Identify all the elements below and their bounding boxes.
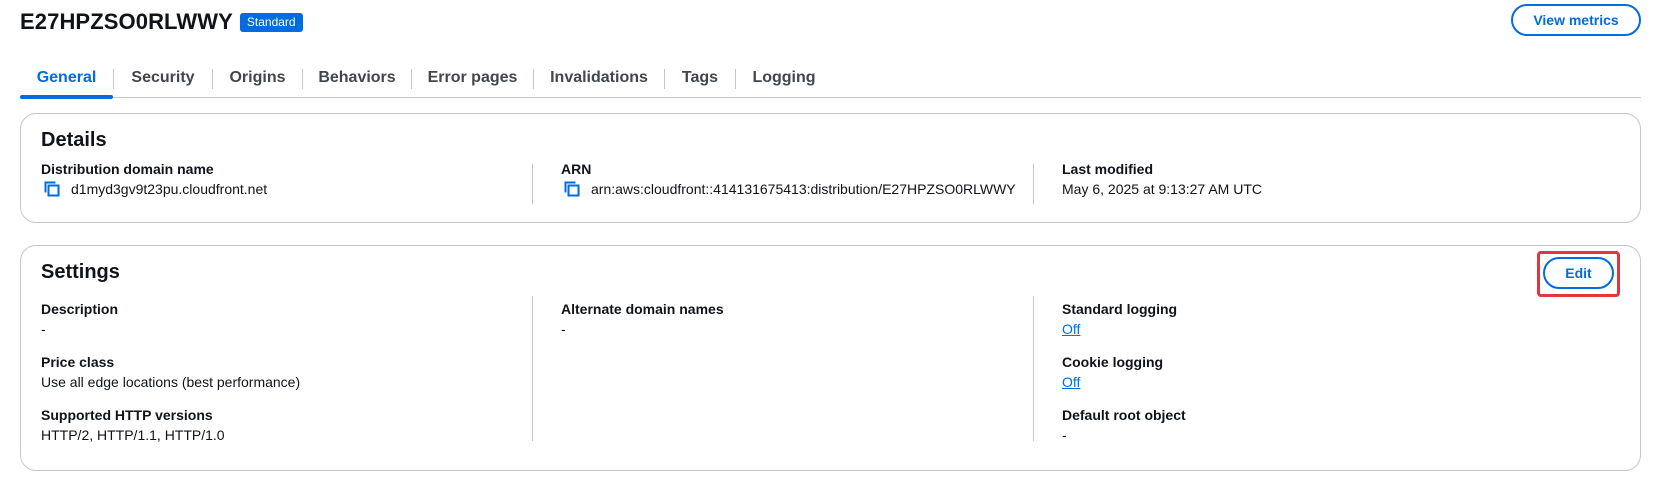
description-value: - <box>41 321 46 337</box>
standard-logging-link[interactable]: Off <box>1062 320 1080 338</box>
tab-behaviors[interactable]: Behaviors <box>303 58 411 98</box>
default-root-object-value: - <box>1062 427 1067 443</box>
field-label: Default root object <box>1062 407 1186 423</box>
tab-logging[interactable]: Logging <box>736 58 832 98</box>
http-versions-value: HTTP/2, HTTP/1.1, HTTP/1.0 <box>41 427 225 443</box>
tab-general[interactable]: General <box>20 58 113 99</box>
field-label: Price class <box>41 354 115 370</box>
http-versions-field: Supported HTTP versions HTTP/2, HTTP/1.1… <box>41 406 225 444</box>
price-class-field: Price class Use all edge locations (best… <box>41 353 300 391</box>
column-divider <box>532 164 533 204</box>
page-header: E27HPZSO0RLWWY Standard <box>20 6 303 38</box>
details-panel: Details Distribution domain name d1myd3g… <box>20 113 1641 223</box>
last-modified-value: May 6, 2025 at 9:13:27 AM UTC <box>1062 181 1262 197</box>
tab-origins[interactable]: Origins <box>213 58 302 98</box>
column-divider <box>1033 296 1034 441</box>
view-metrics-button[interactable]: View metrics <box>1511 4 1641 36</box>
settings-heading: Settings <box>41 261 120 283</box>
field-label: Supported HTTP versions <box>41 407 213 423</box>
distribution-domain-field: Distribution domain name d1myd3gv9t23pu.… <box>41 160 267 198</box>
alternate-domains-field: Alternate domain names - <box>561 300 724 338</box>
arn-field: ARN arn:aws:cloudfront::414131675413:dis… <box>561 160 1016 198</box>
alternate-domains-value: - <box>561 321 566 337</box>
tab-tags[interactable]: Tags <box>665 58 735 98</box>
cookie-logging-link[interactable]: Off <box>1062 373 1080 391</box>
tab-invalidations[interactable]: Invalidations <box>534 58 664 98</box>
field-label: Description <box>41 301 119 317</box>
field-label: ARN <box>561 161 592 177</box>
copy-icon[interactable] <box>43 180 61 198</box>
status-badge: Standard <box>239 12 303 32</box>
distribution-domain-value: d1myd3gv9t23pu.cloudfront.net <box>71 181 268 197</box>
copy-icon[interactable] <box>563 180 581 198</box>
column-divider <box>532 296 533 441</box>
field-label: Alternate domain names <box>561 301 724 317</box>
arn-value: arn:aws:cloudfront::414131675413:distrib… <box>591 181 1016 197</box>
field-label: Cookie logging <box>1062 354 1164 370</box>
field-label: Last modified <box>1062 161 1154 177</box>
tab-security[interactable]: Security <box>114 58 212 98</box>
cookie-logging-field: Cookie logging Off <box>1062 353 1163 391</box>
settings-panel: Settings Edit Description - Price class … <box>20 245 1641 471</box>
page-title: E27HPZSO0RLWWY <box>20 9 233 34</box>
details-heading: Details <box>41 129 107 151</box>
field-label: Standard logging <box>1062 301 1178 317</box>
standard-logging-field: Standard logging Off <box>1062 300 1177 338</box>
field-label: Distribution domain name <box>41 161 214 177</box>
column-divider <box>1033 164 1034 204</box>
price-class-value: Use all edge locations (best performance… <box>41 374 301 390</box>
last-modified-field: Last modified May 6, 2025 at 9:13:27 AM … <box>1062 160 1262 198</box>
default-root-object-field: Default root object - <box>1062 406 1186 444</box>
description-field: Description - <box>41 300 118 338</box>
tab-error-pages[interactable]: Error pages <box>412 58 533 98</box>
edit-button[interactable]: Edit <box>1543 257 1614 289</box>
tab-bar: General Security Origins Behaviors Error… <box>20 58 1641 99</box>
